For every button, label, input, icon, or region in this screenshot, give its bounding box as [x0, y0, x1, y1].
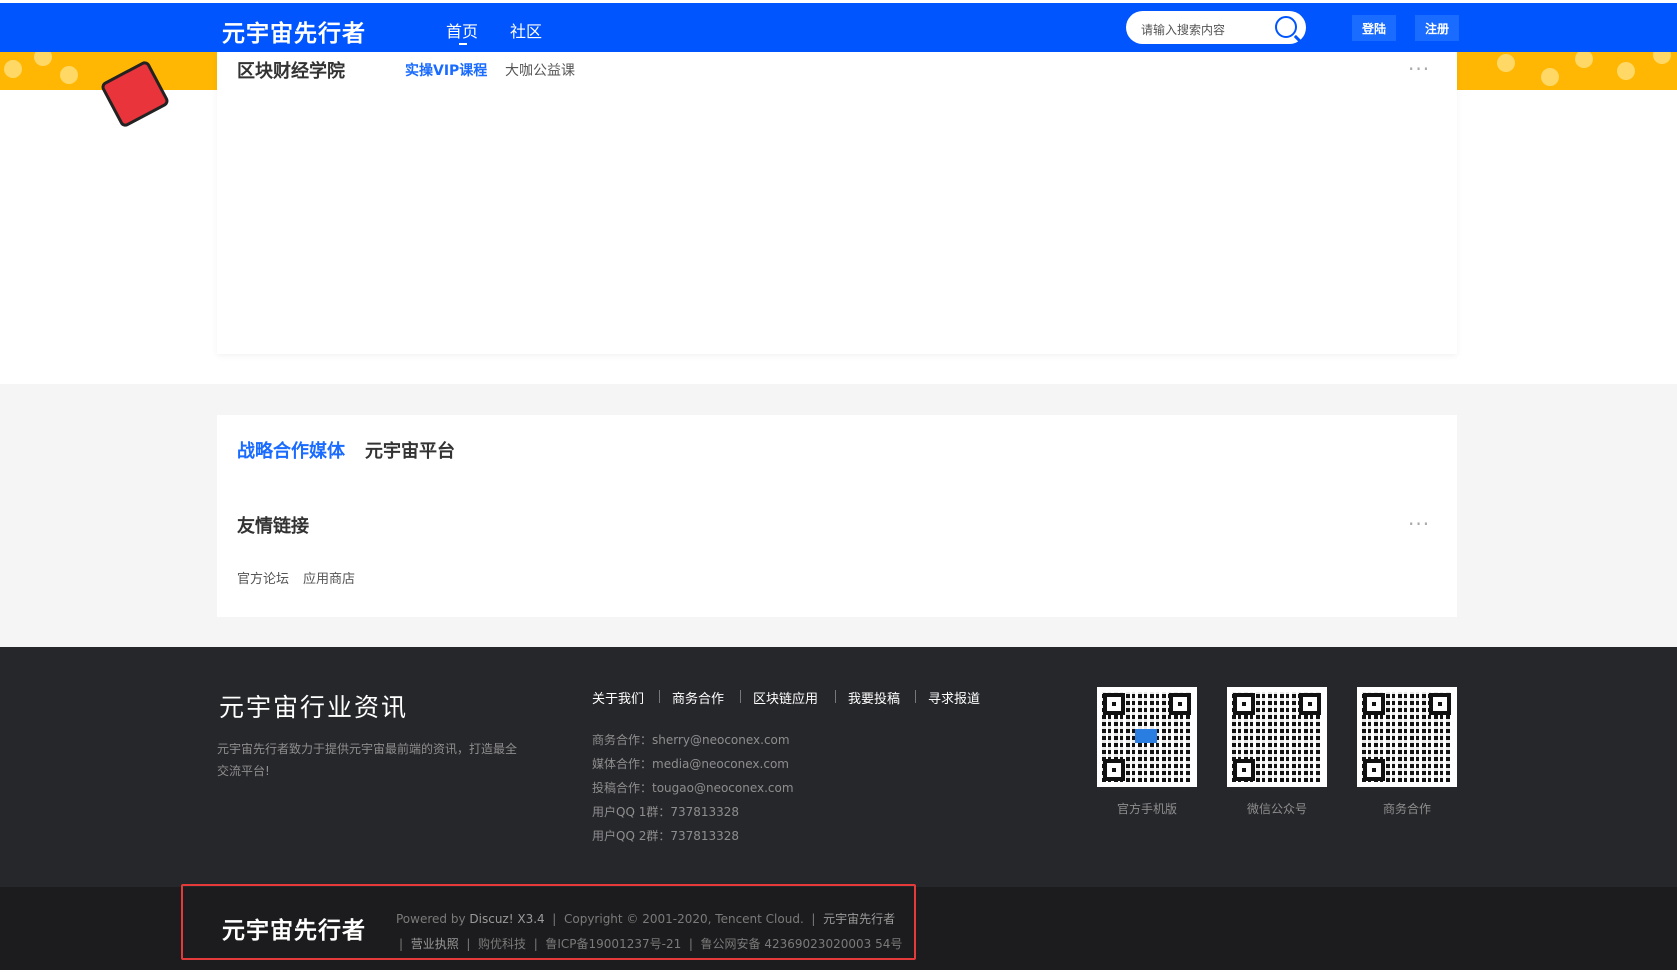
footer-separator	[740, 690, 741, 703]
contact-submission: 投稿合作：tougao@neoconex.com	[592, 781, 794, 795]
tab-public-course[interactable]: 大咖公益课	[505, 60, 575, 80]
search-placeholder: 请输入搜索内容	[1141, 23, 1226, 37]
login-button[interactable]: 登陆	[1352, 15, 1396, 41]
academy-title: 区块财经学院	[237, 61, 345, 82]
qr-code-business[interactable]	[1357, 687, 1457, 787]
contact-business: 商务合作：sherry@neoconex.com	[592, 733, 790, 747]
footer-link-business[interactable]: 商务合作	[672, 688, 724, 707]
more-icon[interactable]: ···	[1408, 514, 1430, 534]
contact-media: 媒体合作：media@neoconex.com	[592, 757, 789, 771]
contact-qq-group-2: 用户QQ 2群：737813328	[592, 829, 740, 843]
site-logo[interactable]: 元宇宙先行者	[222, 14, 366, 48]
qr-label-mobile: 官方手机版	[1116, 802, 1177, 816]
tab-vip-course[interactable]: 实操VIP课程	[405, 60, 487, 80]
banner-right	[1457, 52, 1677, 90]
footer-description: 元宇宙先行者致力于提供元宇宙最前端的资讯，打造最全交流平台!	[217, 742, 518, 778]
friend-links-title: 友情链接	[237, 516, 309, 537]
footer-link-blockchain[interactable]: 区块链应用	[753, 688, 818, 707]
top-rim	[0, 0, 1677, 3]
footer-link-about[interactable]: 关于我们	[592, 688, 644, 707]
qr-code-wechat[interactable]	[1227, 687, 1327, 787]
footer-separator	[915, 690, 916, 703]
tab-metaverse-platform[interactable]: 元宇宙平台	[365, 437, 455, 463]
nav-home-indicator	[459, 43, 467, 45]
contact-qq-group-1: 用户QQ 1群：737813328	[592, 805, 740, 819]
qr-label-wechat: 微信公众号	[1246, 802, 1307, 816]
search-icon[interactable]	[1275, 16, 1297, 38]
more-icon[interactable]: ···	[1408, 59, 1430, 79]
footer-link-submit[interactable]: 我要投稿	[848, 688, 900, 707]
footer-separator	[659, 690, 660, 703]
friend-link-store[interactable]: 应用商店	[303, 568, 355, 587]
footer-separator	[835, 690, 836, 703]
academy-card	[217, 52, 1457, 354]
friend-link-forum[interactable]: 官方论坛	[237, 568, 289, 587]
nav-home[interactable]: 首页	[446, 18, 478, 42]
nav-community[interactable]: 社区	[510, 18, 542, 42]
highlight-box	[181, 884, 916, 960]
qr-label-business: 商务合作	[1382, 802, 1431, 816]
qr-code-mobile[interactable]	[1097, 687, 1197, 787]
register-button[interactable]: 注册	[1415, 15, 1459, 41]
footer-title: 元宇宙行业资讯	[219, 693, 409, 722]
tab-strategic-media[interactable]: 战略合作媒体	[237, 437, 345, 463]
footer-link-report[interactable]: 寻求报道	[928, 688, 980, 707]
